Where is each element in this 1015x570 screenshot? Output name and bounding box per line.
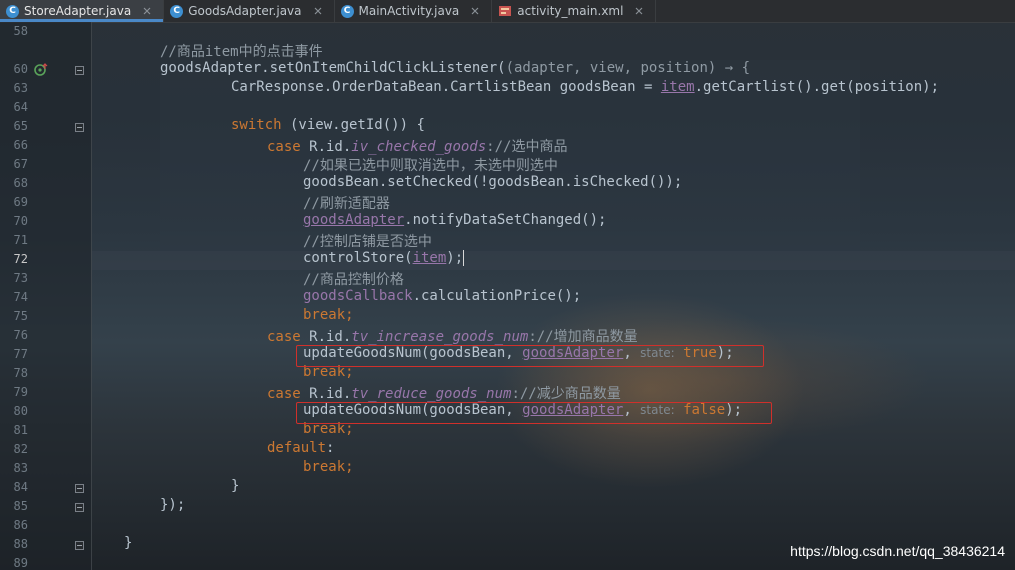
code-line: //商品控制价格 — [303, 272, 404, 288]
fold-toggle-icon[interactable] — [75, 541, 84, 550]
current-line-highlight — [92, 251, 1015, 270]
line-number: 64 — [13, 100, 28, 114]
code-line: CarResponse.OrderDataBean.CartlistBean g… — [231, 79, 940, 95]
fold-toggle-icon[interactable] — [75, 503, 84, 512]
code-line: case R.id.tv_reduce_goods_num://减少商品数量 — [267, 386, 621, 402]
line-number: 81 — [13, 423, 28, 437]
code-line: default: — [267, 440, 335, 456]
editor-tab-bar: C StoreAdapter.java C GoodsAdapter.java … — [0, 0, 1015, 23]
code-line: } — [231, 478, 240, 494]
code-line: //如果已选中则取消选中，未选中则选中 — [303, 158, 558, 174]
line-number: 60 — [13, 62, 28, 76]
code-line: goodsAdapter.notifyDataSetChanged(); — [303, 212, 607, 228]
ide-editor-window: C StoreAdapter.java C GoodsAdapter.java … — [0, 0, 1015, 570]
tab-store-adapter[interactable]: C StoreAdapter.java — [0, 0, 165, 22]
line-number: 71 — [13, 233, 28, 247]
line-number: 82 — [13, 442, 28, 456]
tab-label: StoreAdapter.java — [24, 4, 132, 18]
gutter-divider — [91, 22, 92, 570]
fold-toggle-icon[interactable] — [75, 66, 84, 75]
line-number: 78 — [13, 366, 28, 380]
close-icon[interactable] — [310, 3, 326, 19]
line-number: 79 — [13, 385, 28, 399]
tab-label: MainActivity.java — [358, 4, 460, 18]
close-icon[interactable] — [467, 3, 483, 19]
code-line: case R.id.iv_checked_goods://选中商品 — [267, 139, 568, 155]
line-number: 69 — [13, 195, 28, 209]
code-line: //商品item中的点击事件 — [160, 44, 323, 60]
line-number: 66 — [13, 138, 28, 152]
tab-main-activity[interactable]: C MainActivity.java — [335, 0, 493, 22]
line-number: 77 — [13, 347, 28, 361]
code-line: goodsAdapter.setOnItemChildClickListener… — [160, 60, 751, 76]
line-number: 80 — [13, 404, 28, 418]
fold-toggle-icon[interactable] — [75, 484, 84, 493]
line-number: 67 — [13, 157, 28, 171]
xml-layout-icon — [498, 4, 512, 18]
line-number: 74 — [13, 290, 28, 304]
line-number: 83 — [13, 461, 28, 475]
line-number: 58 — [13, 24, 28, 38]
java-class-icon: C — [340, 4, 354, 18]
code-line: goodsCallback.calculationPrice(); — [303, 288, 582, 304]
line-number: 68 — [13, 176, 28, 190]
code-line: //控制店铺是否选中 — [303, 234, 432, 250]
code-line: }); — [160, 497, 186, 513]
close-icon[interactable] — [139, 3, 155, 19]
implement-override-icon[interactable] — [34, 62, 48, 76]
tab-goods-adapter[interactable]: C GoodsAdapter.java — [164, 0, 335, 22]
code-line: //刷新适配器 — [303, 196, 390, 212]
java-class-icon: C — [170, 4, 184, 18]
line-number: 85 — [13, 499, 28, 513]
line-number: 65 — [13, 119, 28, 133]
text-cursor — [463, 250, 465, 266]
highlight-box-increase — [296, 345, 764, 367]
fold-toggle-icon[interactable] — [75, 123, 84, 132]
code-line: } — [124, 535, 133, 551]
line-number: 84 — [13, 480, 28, 494]
line-number: 70 — [13, 214, 28, 228]
java-class-icon: C — [6, 4, 19, 18]
code-line: goodsBean.setChecked(!goodsBean.isChecke… — [303, 174, 683, 190]
highlight-box-reduce — [296, 402, 772, 424]
line-number: 89 — [13, 556, 28, 570]
tab-label: GoodsAdapter.java — [188, 4, 302, 18]
code-line: break; — [303, 307, 354, 323]
line-number: 63 — [13, 81, 28, 95]
close-icon[interactable] — [631, 3, 647, 19]
tab-label: activity_main.xml — [517, 4, 624, 18]
line-number: 88 — [13, 537, 28, 551]
tab-activity-main-xml[interactable]: activity_main.xml — [492, 0, 657, 22]
source-watermark: https://blog.csdn.net/qq_38436214 — [790, 543, 1005, 559]
line-number-current: 72 — [13, 252, 28, 266]
line-number: 76 — [13, 328, 28, 342]
line-number: 73 — [13, 271, 28, 285]
code-line: case R.id.tv_increase_goods_num://增加商品数量 — [267, 329, 638, 345]
code-line-current: controlStore(item); — [303, 250, 465, 266]
line-number: 86 — [13, 518, 28, 532]
code-line: switch (view.getId()) { — [231, 117, 425, 133]
code-line: break; — [303, 459, 354, 475]
line-number: 75 — [13, 309, 28, 323]
